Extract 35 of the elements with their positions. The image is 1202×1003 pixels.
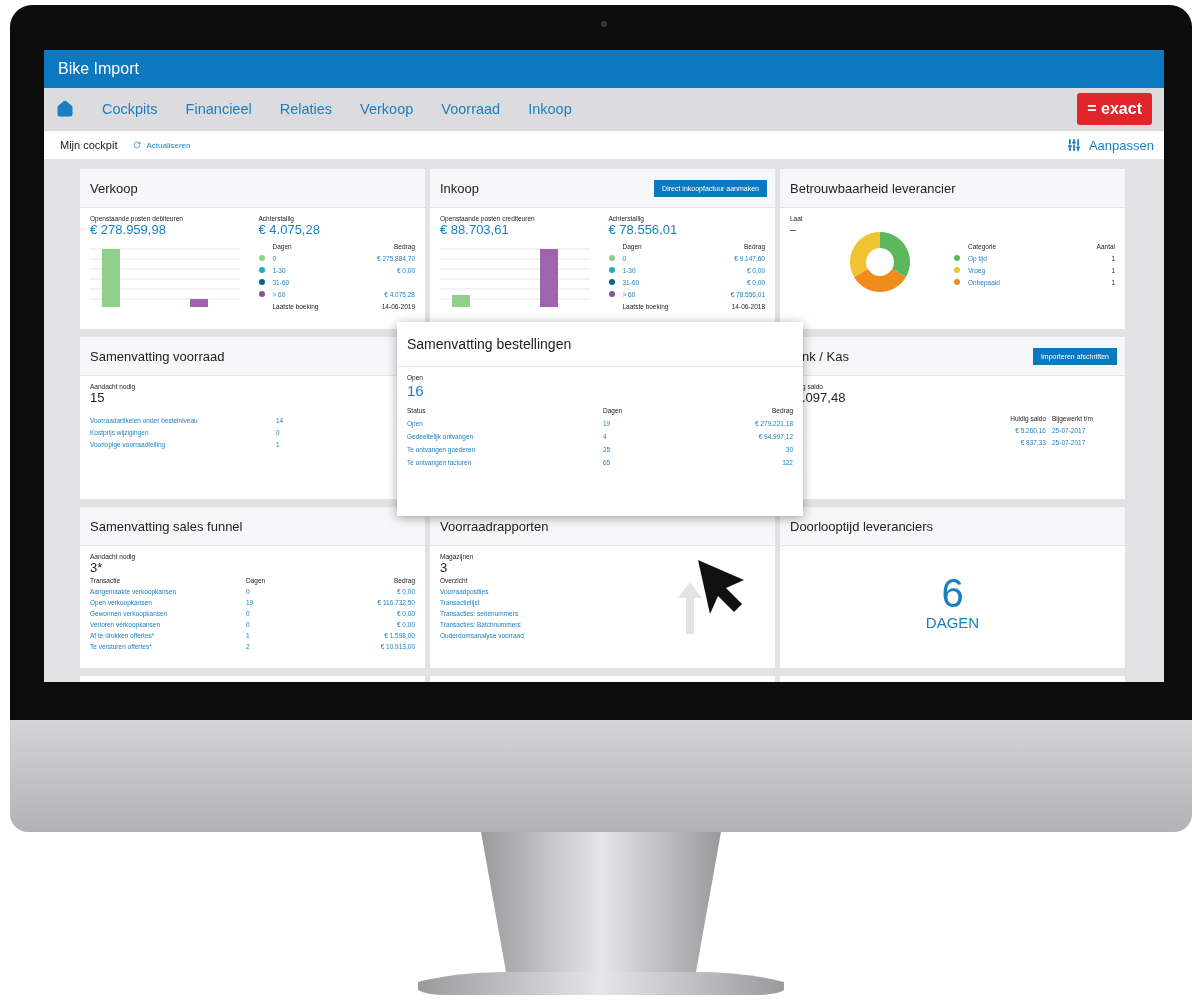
nav-link[interactable]: Cockpits	[102, 101, 158, 118]
card-title: Verkoop	[90, 180, 138, 196]
nav-link[interactable]: Inkoop	[528, 101, 572, 118]
nav-link[interactable]: Voorraad	[441, 101, 501, 118]
app-title: Bike Import	[58, 59, 139, 78]
card-title: nk / Kas	[802, 348, 849, 364]
card-title: Samenvatting sales funnel	[90, 518, 243, 534]
lead-time-value: 6	[941, 573, 964, 614]
warehouses-count: 3	[440, 560, 448, 577]
card-title: Inkoop	[440, 180, 480, 196]
card-title: Voorraadrapporten	[440, 518, 549, 534]
open-count: 16	[407, 382, 425, 401]
card-title: Samenvatting bestellingen	[407, 336, 572, 352]
refresh-link[interactable]: Actualiseren	[133, 140, 191, 150]
home-icon[interactable]	[56, 100, 74, 119]
nav-link[interactable]: Verkoop	[360, 101, 414, 118]
card-title: Doorlooptijd leveranciers	[790, 518, 934, 534]
late-value: –	[790, 222, 798, 237]
overdue-amount: € 78.556,01	[608, 222, 679, 239]
card-title: Samenvatting voorraad	[90, 348, 225, 364]
overdue-amount: € 4.075,28	[258, 222, 321, 239]
card-title: Betrouwbaarheid leverancier	[790, 180, 956, 196]
refresh-icon	[133, 141, 142, 150]
webcam-dot	[601, 21, 607, 27]
customize-link[interactable]: Aanpassen	[1066, 137, 1154, 153]
open-items-amount: € 278.959,98	[90, 222, 167, 239]
page-title: Mijn cockpit	[60, 139, 118, 152]
open-items-amount: € 88.703,61	[440, 222, 510, 239]
attention-count: 3*	[90, 560, 104, 577]
lead-time-unit: DAGEN	[925, 613, 980, 633]
sliders-icon	[1066, 138, 1081, 153]
brand-logo: = exact	[1077, 93, 1152, 126]
nav-link[interactable]: Financieel	[185, 101, 252, 118]
balance-amount: .097,48	[802, 390, 847, 407]
nav-link[interactable]: Relaties	[279, 101, 333, 118]
